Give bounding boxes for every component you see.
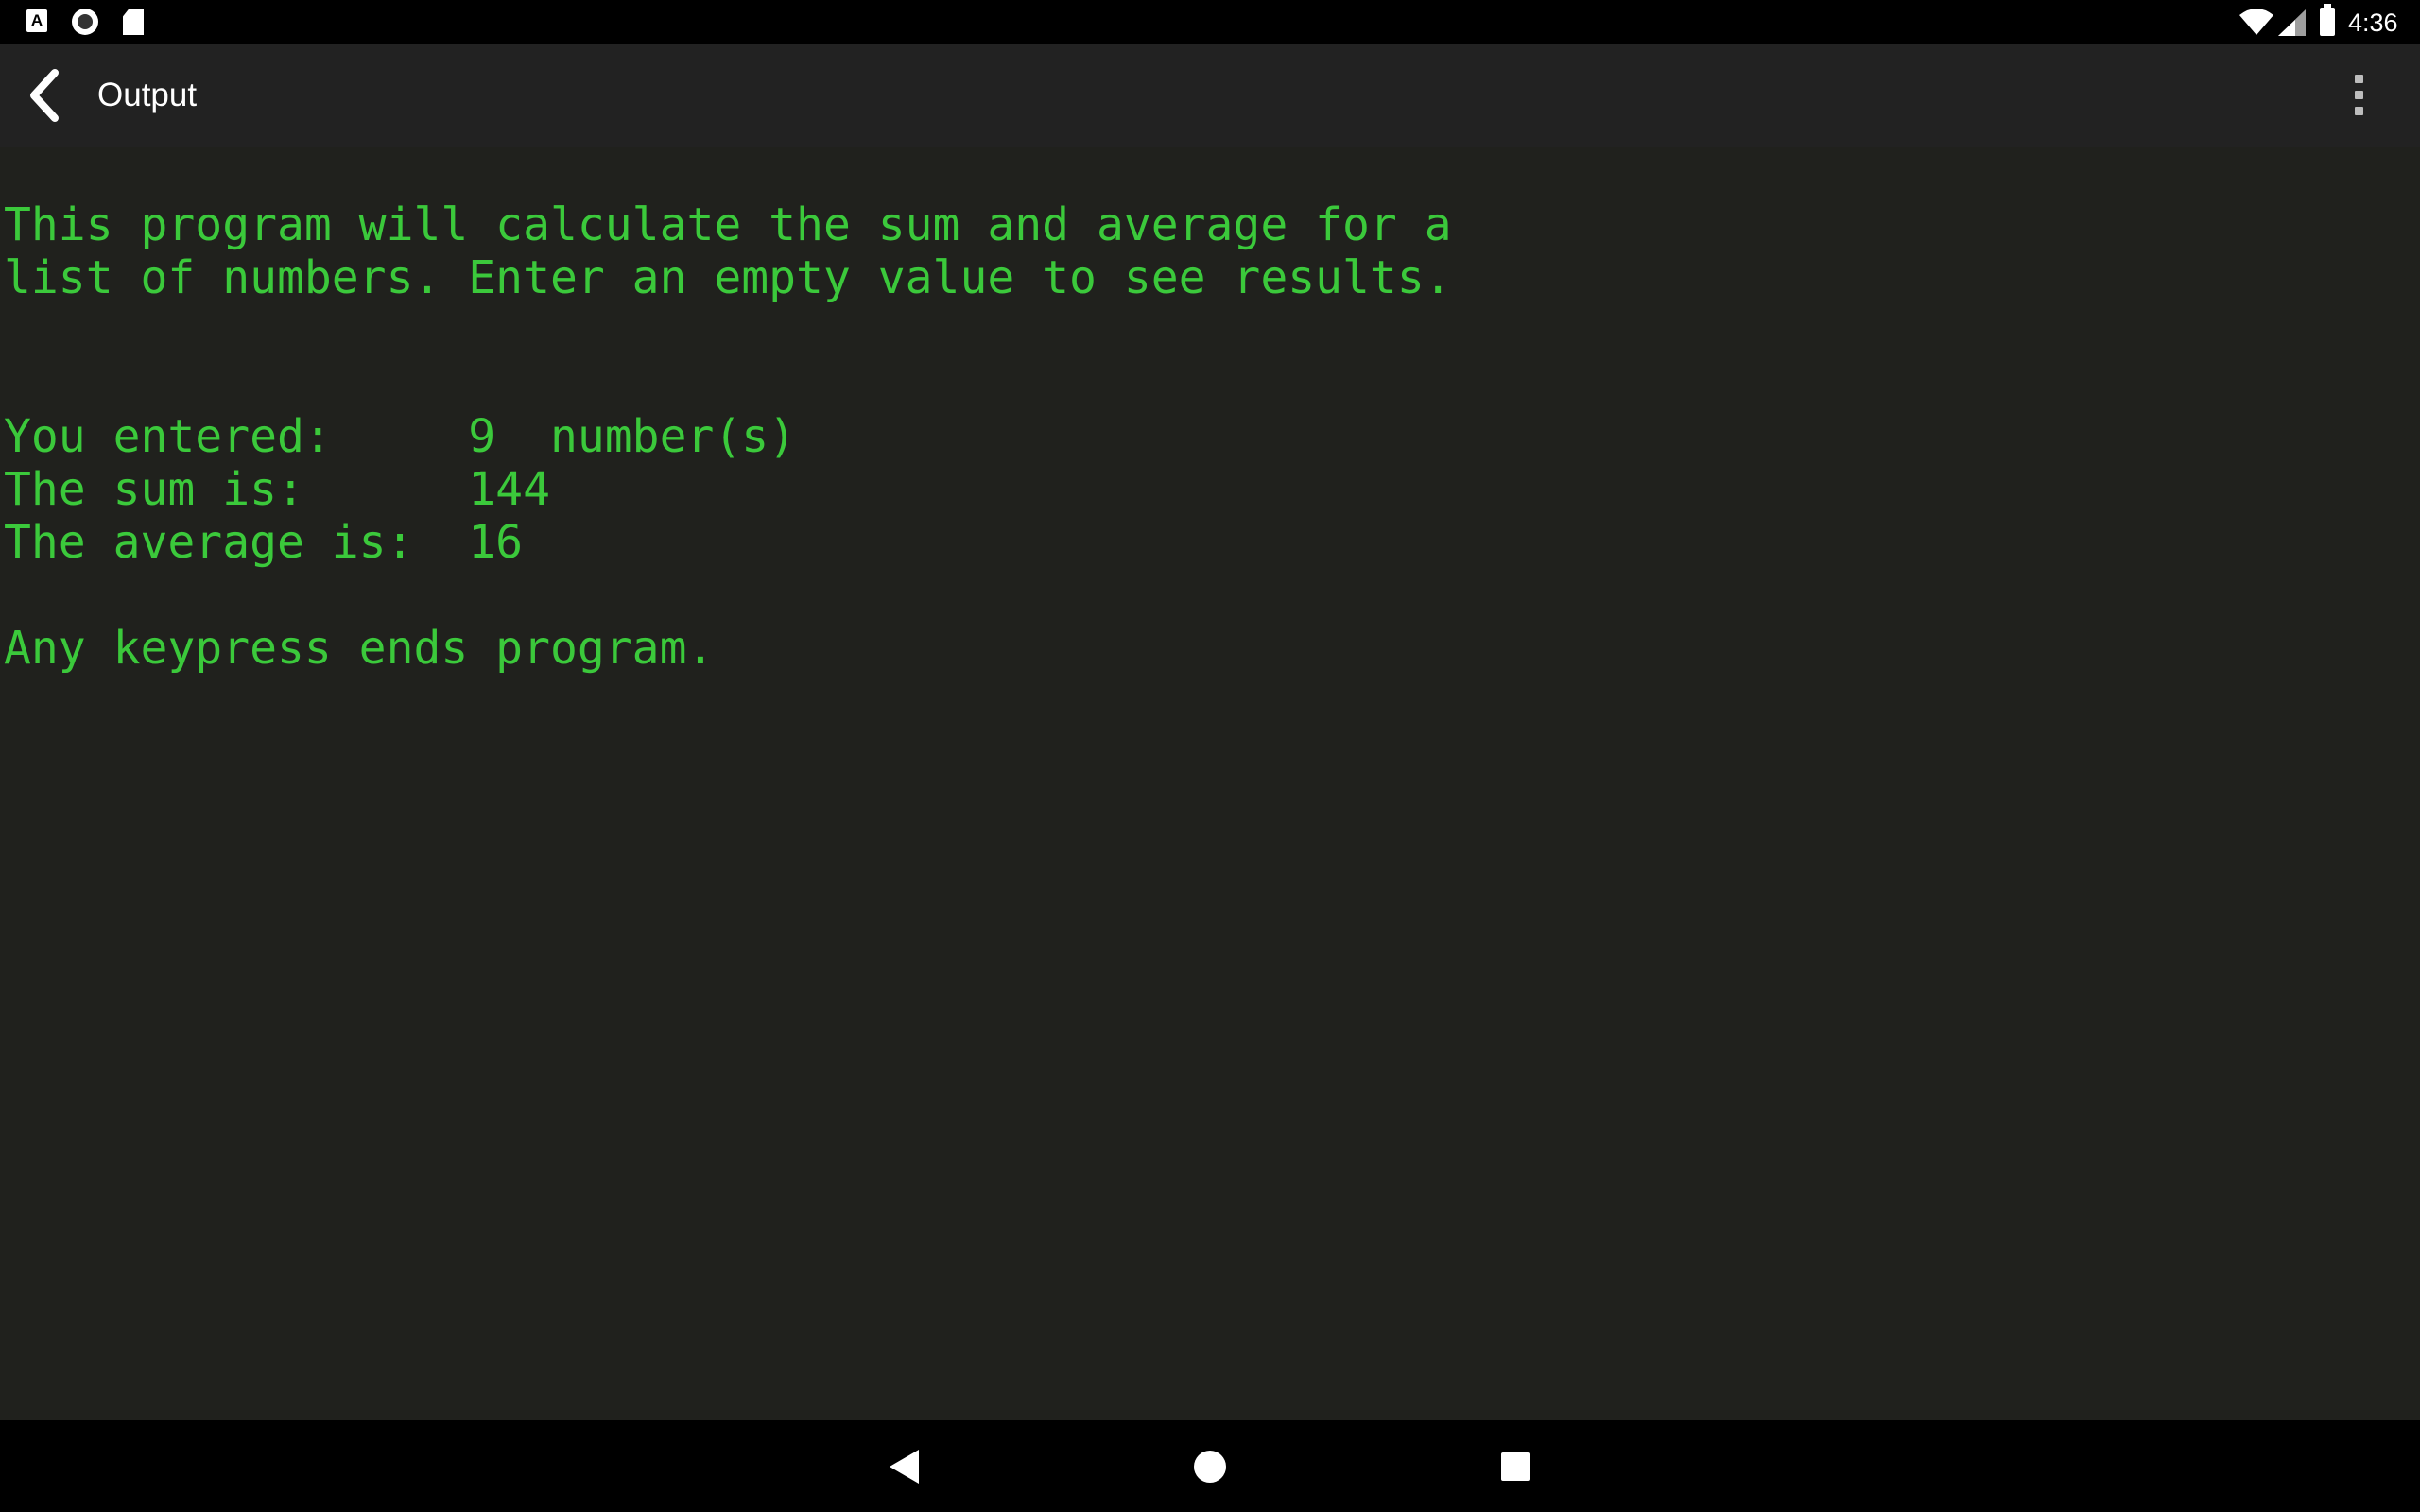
navigation-bar (0, 1420, 2420, 1512)
console-line-end-prompt: Any keypress ends program. (4, 622, 715, 675)
chevron-left-icon (30, 69, 59, 122)
nav-back-icon (890, 1450, 919, 1484)
console-line: list of numbers. Enter an empty value to… (4, 251, 1452, 304)
overflow-menu-button[interactable] (2340, 71, 2377, 120)
page-title: Output (97, 77, 198, 113)
console-line-average: The average is: 16 (4, 516, 524, 569)
clock: 4:36 (2348, 9, 2398, 37)
a-notification-icon: A (26, 9, 47, 32)
more-vert-icon (2355, 75, 2363, 83)
circle-notification-icon (72, 9, 98, 35)
console-output[interactable]: This program will calculate the sum and … (0, 147, 2420, 1420)
nav-back-button[interactable] (881, 1443, 928, 1490)
wifi-icon (2239, 9, 2273, 35)
nav-home-button[interactable] (1186, 1443, 1234, 1490)
console-line: This program will calculate the sum and … (4, 198, 1452, 251)
console-line-sum: The sum is: 144 (4, 463, 550, 516)
nav-recents-button[interactable] (1492, 1443, 1539, 1490)
nav-home-icon (1194, 1451, 1226, 1483)
nav-recents-icon (1501, 1452, 1530, 1481)
status-bar: A 4:36 (0, 0, 2420, 44)
signal-icon (2278, 9, 2306, 36)
battery-charging-icon (2320, 4, 2335, 36)
back-button[interactable] (17, 65, 78, 126)
app-bar: Output (0, 44, 2420, 147)
console-line-count: You entered: 9 number(s) (4, 410, 797, 463)
sd-card-icon (123, 9, 144, 35)
